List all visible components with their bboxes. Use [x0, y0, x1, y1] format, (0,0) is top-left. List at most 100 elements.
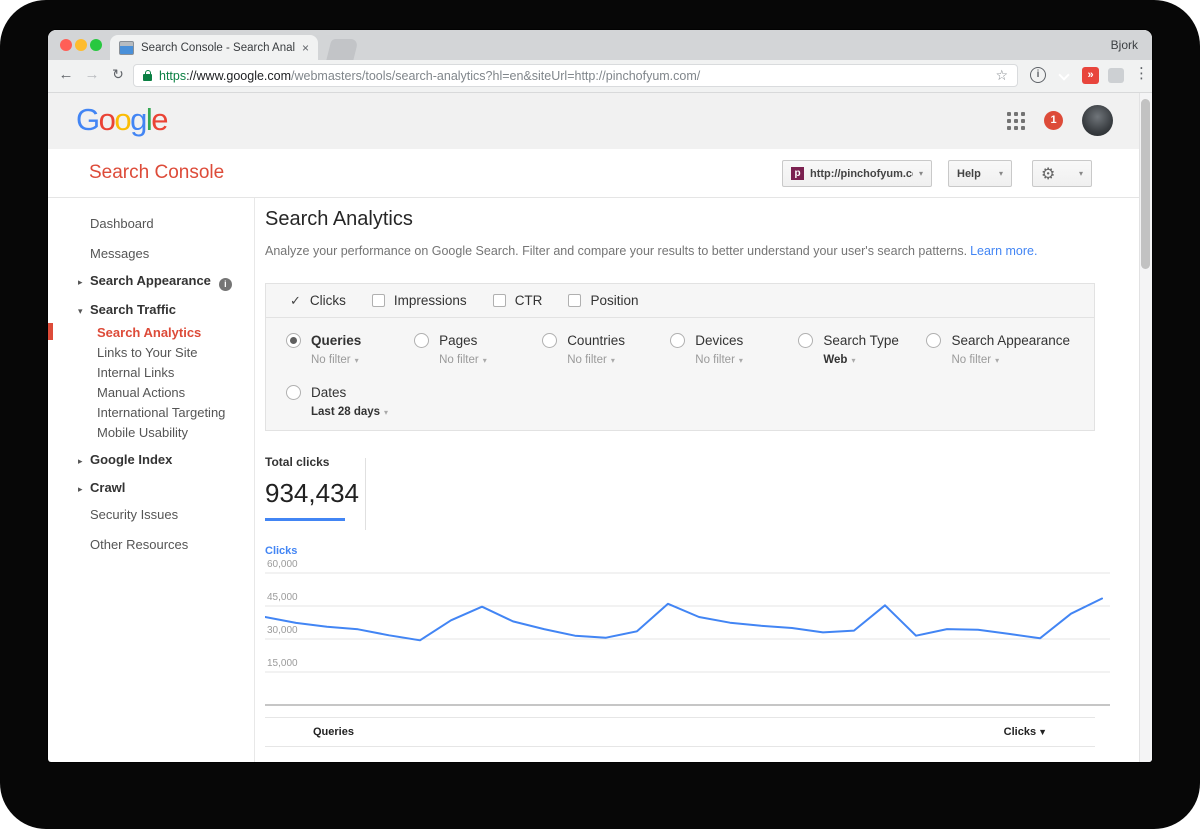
- search-console-favicon-icon: [119, 41, 134, 55]
- new-tab-button[interactable]: [326, 39, 358, 60]
- zoom-window-button[interactable]: [90, 39, 102, 51]
- url-domain: ://www.google.com: [186, 69, 291, 83]
- back-icon[interactable]: ←: [56, 66, 76, 83]
- page-body: Dashboard Messages Search Appearancei Se…: [48, 198, 1152, 762]
- notification-badge[interactable]: 1: [1044, 111, 1063, 130]
- google-logo[interactable]: Google: [76, 102, 167, 138]
- dimension-devices[interactable]: Devices No filter: [670, 332, 798, 366]
- sidebar-item-search-analytics[interactable]: Search Analytics: [48, 323, 254, 343]
- sidebar-item-dashboard[interactable]: Dashboard: [48, 214, 254, 234]
- sidebar-item-other-resources[interactable]: Other Resources: [48, 535, 254, 555]
- selected-item-indicator: [48, 323, 53, 340]
- info-extension-icon[interactable]: i: [1030, 67, 1046, 83]
- clicks-chart: 60,00045,00030,00015,000: [265, 563, 1110, 713]
- dimension-search-appearance[interactable]: Search Appearance No filter: [926, 332, 1094, 366]
- radio-icon[interactable]: [286, 385, 301, 400]
- main-content: Search Analytics Analyze your performanc…: [255, 198, 1152, 762]
- url-bar[interactable]: https ://www.google.com /webmasters/tool…: [133, 64, 1018, 87]
- filter-dropdown[interactable]: Last 28 days: [311, 406, 388, 418]
- sidebar-item-crawl[interactable]: Crawl: [48, 478, 254, 499]
- settings-dropdown[interactable]: [1032, 160, 1092, 187]
- dimension-pages[interactable]: Pages No filter: [414, 332, 542, 366]
- close-window-button[interactable]: [60, 39, 72, 51]
- reload-icon[interactable]: ↻: [108, 66, 128, 83]
- tab-title: Search Console - Search Analy: [141, 42, 295, 54]
- minimize-window-button[interactable]: [75, 39, 87, 51]
- total-clicks-underline: [265, 518, 345, 521]
- browser-window: Search Console - Search Analy × Bjork ← …: [48, 30, 1152, 762]
- caret-down-icon: [611, 356, 615, 365]
- caret-down-icon: [483, 356, 487, 365]
- account-avatar[interactable]: [1082, 105, 1113, 136]
- metric-clicks[interactable]: Clicks: [290, 293, 346, 309]
- red-extension-icon[interactable]: [1082, 67, 1099, 84]
- bookmark-star-icon[interactable]: ☆: [995, 67, 1008, 84]
- queries-column-header[interactable]: Queries: [313, 726, 354, 738]
- caret-down-icon: [995, 356, 999, 365]
- dimension-row-2: Dates Last 28 days: [286, 384, 1094, 418]
- scrollbar-thumb[interactable]: [1141, 99, 1150, 269]
- sidebar-item-search-traffic[interactable]: Search Traffic: [48, 300, 254, 321]
- site-favicon-icon: p: [791, 167, 804, 180]
- clicks-chart-svg: [265, 563, 1110, 713]
- filter-dropdown[interactable]: No filter: [695, 354, 743, 366]
- radio-selected-icon[interactable]: [286, 333, 301, 348]
- sidebar-item-internal-links[interactable]: Internal Links: [48, 363, 254, 383]
- radio-icon[interactable]: [926, 333, 941, 348]
- learn-more-link[interactable]: Learn more.: [970, 244, 1037, 258]
- sidebar-item-mobile-usability[interactable]: Mobile Usability: [48, 423, 254, 443]
- caret-down-icon: [851, 356, 855, 365]
- sidebar-item-manual-actions[interactable]: Manual Actions: [48, 383, 254, 403]
- checkbox-icon[interactable]: [493, 294, 506, 307]
- google-bar: Google 1: [48, 93, 1152, 149]
- google-apps-grid-icon[interactable]: [1007, 112, 1025, 130]
- forward-icon[interactable]: →: [82, 66, 102, 83]
- site-selector-dropdown[interactable]: p http://pinchofyum.com/: [782, 160, 932, 187]
- dimension-queries[interactable]: Queries No filter: [286, 332, 414, 366]
- triangle-down-icon: [78, 301, 90, 321]
- metric-position[interactable]: Position: [568, 293, 638, 308]
- radio-icon[interactable]: [542, 333, 557, 348]
- sidebar-item-security-issues[interactable]: Security Issues: [48, 505, 254, 525]
- url-path: /webmasters/tools/search-analytics?hl=en…: [291, 69, 700, 83]
- dimension-row-1: Queries No filter Pages No filter Countr…: [286, 332, 1094, 366]
- search-console-header: Search Console p http://pinchofyum.com/ …: [48, 149, 1152, 198]
- dimension-countries[interactable]: Countries No filter: [542, 332, 670, 366]
- sidebar-item-international-targeting[interactable]: International Targeting: [48, 403, 254, 423]
- sidebar-item-google-index[interactable]: Google Index: [48, 450, 254, 471]
- metric-ctr[interactable]: CTR: [493, 293, 543, 308]
- check-icon: [290, 293, 301, 309]
- filter-dropdown[interactable]: No filter: [439, 354, 487, 366]
- tab-close-icon[interactable]: ×: [302, 42, 309, 54]
- filter-dropdown[interactable]: No filter: [567, 354, 625, 366]
- browser-tab[interactable]: Search Console - Search Analy ×: [110, 35, 318, 60]
- browser-menu-icon[interactable]: [1134, 64, 1149, 82]
- info-icon[interactable]: i: [219, 278, 232, 291]
- secure-lock-icon: [143, 74, 152, 81]
- radio-icon[interactable]: [798, 333, 813, 348]
- sort-desc-icon: ▼: [1038, 727, 1047, 737]
- total-clicks-card: Total clicks 934,434: [265, 455, 359, 521]
- inactive-extension-icon: [1108, 68, 1124, 83]
- sidebar-item-messages[interactable]: Messages: [48, 244, 254, 264]
- filter-dropdown[interactable]: No filter: [951, 354, 1070, 366]
- sidebar: Dashboard Messages Search Appearancei Se…: [48, 198, 255, 762]
- filter-dropdown[interactable]: Web: [823, 354, 899, 366]
- clicks-sort-header[interactable]: Clicks▼: [1004, 726, 1047, 738]
- help-dropdown[interactable]: Help: [948, 160, 1012, 187]
- app-title: Search Console: [89, 162, 224, 184]
- metric-impressions[interactable]: Impressions: [372, 293, 467, 308]
- scrollbar[interactable]: [1139, 93, 1152, 762]
- dimension-dates[interactable]: Dates Last 28 days: [286, 384, 416, 418]
- caret-down-icon: [384, 408, 388, 417]
- checkbox-icon[interactable]: [372, 294, 385, 307]
- dimension-search-type[interactable]: Search Type Web: [798, 332, 926, 366]
- checkbox-icon[interactable]: [568, 294, 581, 307]
- radio-icon[interactable]: [414, 333, 429, 348]
- radio-icon[interactable]: [670, 333, 685, 348]
- sidebar-item-search-appearance[interactable]: Search Appearancei: [48, 271, 254, 292]
- filter-dropdown[interactable]: No filter: [311, 354, 361, 366]
- sidebar-item-links-to-your-site[interactable]: Links to Your Site: [48, 343, 254, 363]
- triangle-right-icon: [78, 479, 90, 499]
- caret-down-icon: [919, 169, 923, 178]
